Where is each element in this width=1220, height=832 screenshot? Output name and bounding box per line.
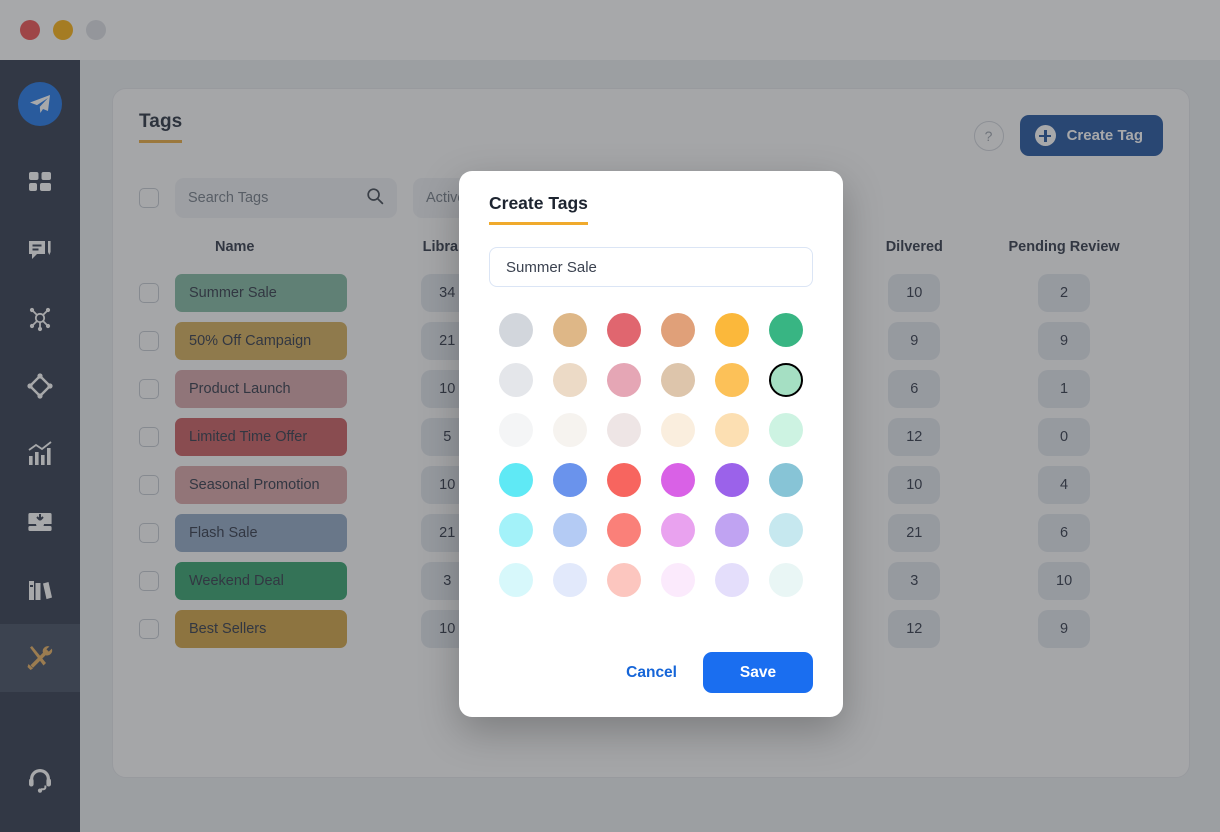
color-swatch[interactable] <box>715 313 749 347</box>
color-swatch[interactable] <box>661 363 695 397</box>
color-swatch[interactable] <box>715 563 749 597</box>
color-swatch[interactable] <box>661 313 695 347</box>
color-swatch[interactable] <box>607 313 641 347</box>
color-swatch[interactable] <box>661 413 695 447</box>
modal-actions: Cancel Save <box>489 652 813 693</box>
color-swatch[interactable] <box>553 413 587 447</box>
tag-name-input[interactable] <box>489 247 813 287</box>
color-swatch-selected[interactable] <box>769 363 803 397</box>
color-swatch[interactable] <box>607 513 641 547</box>
color-swatch[interactable] <box>499 563 533 597</box>
modal-title-wrap: Create Tags <box>489 193 813 225</box>
color-swatch[interactable] <box>715 363 749 397</box>
color-swatch[interactable] <box>769 513 803 547</box>
color-swatch[interactable] <box>769 313 803 347</box>
color-swatch[interactable] <box>769 413 803 447</box>
color-swatch[interactable] <box>499 513 533 547</box>
color-swatch[interactable] <box>607 413 641 447</box>
color-swatch-grid <box>489 313 813 597</box>
color-swatch[interactable] <box>553 513 587 547</box>
color-swatch[interactable] <box>553 463 587 497</box>
color-swatch[interactable] <box>607 463 641 497</box>
create-tags-modal: Create Tags Cancel Save <box>459 171 843 717</box>
color-swatch[interactable] <box>499 413 533 447</box>
color-swatch[interactable] <box>499 313 533 347</box>
color-swatch[interactable] <box>769 463 803 497</box>
color-swatch[interactable] <box>769 563 803 597</box>
cancel-button[interactable]: Cancel <box>622 658 681 688</box>
color-swatch[interactable] <box>661 563 695 597</box>
color-swatch[interactable] <box>715 463 749 497</box>
color-swatch[interactable] <box>715 413 749 447</box>
color-swatch[interactable] <box>661 513 695 547</box>
color-swatch[interactable] <box>553 363 587 397</box>
color-swatch[interactable] <box>553 313 587 347</box>
color-swatch[interactable] <box>607 363 641 397</box>
color-swatch[interactable] <box>499 363 533 397</box>
color-swatch[interactable] <box>715 513 749 547</box>
modal-title: Create Tags <box>489 193 588 225</box>
save-button[interactable]: Save <box>703 652 813 693</box>
color-swatch[interactable] <box>607 563 641 597</box>
color-swatch[interactable] <box>553 563 587 597</box>
color-swatch[interactable] <box>499 463 533 497</box>
color-swatch[interactable] <box>661 463 695 497</box>
